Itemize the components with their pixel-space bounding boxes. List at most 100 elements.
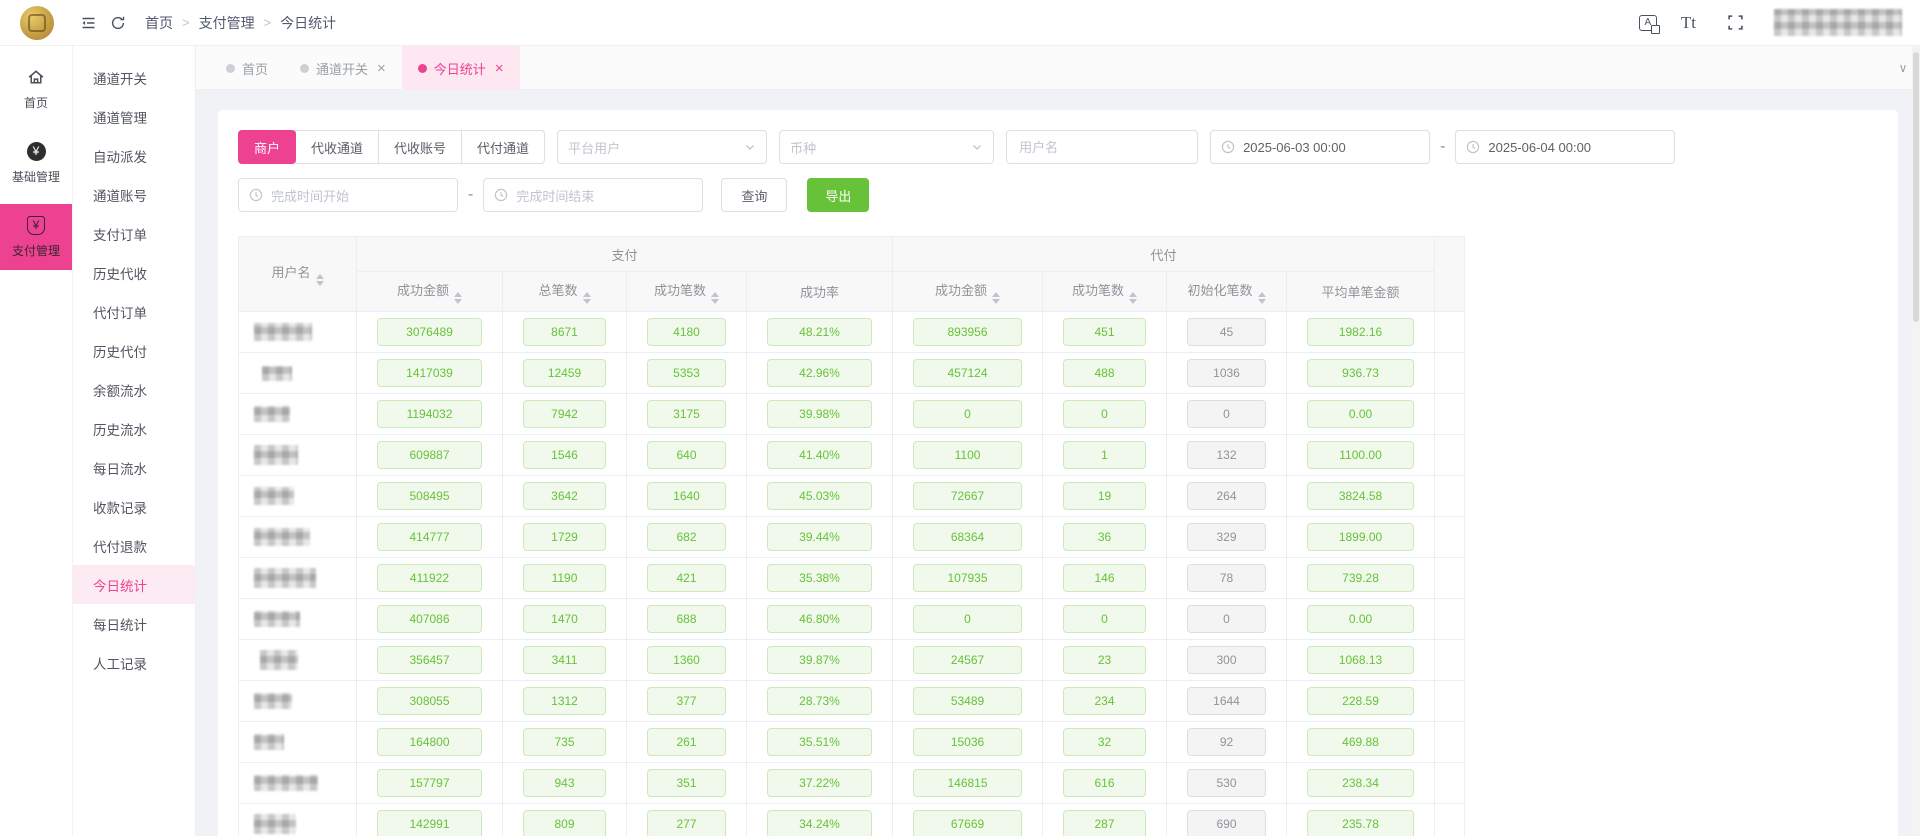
tab[interactable]: 今日统计× (402, 46, 520, 90)
caret-up-icon[interactable] (711, 292, 719, 297)
refresh-icon[interactable] (103, 8, 133, 38)
value-badge: 1036 (1187, 359, 1266, 387)
sidebar-fold-icon[interactable] (73, 8, 103, 38)
value-badge: 0 (913, 605, 1022, 633)
submenu-item[interactable]: 自动派发 (73, 136, 195, 175)
tab-close-icon[interactable]: × (495, 61, 504, 76)
table-row: 411922119042135.38%10793514678739.28 (239, 558, 1465, 599)
value-badge: 48.21% (767, 318, 872, 346)
submenu-item[interactable]: 历史代收 (73, 253, 195, 292)
end-time-picker[interactable]: 2025-06-04 00:00 (1455, 130, 1675, 164)
submenu-item[interactable]: 支付订单 (73, 214, 195, 253)
column-header-label: 总笔数 (538, 283, 577, 298)
breadcrumb-item[interactable]: 支付管理 (199, 13, 255, 33)
filter-type-button[interactable]: 代收账号 (378, 130, 462, 164)
finish-start-picker[interactable]: 完成时间开始 (238, 178, 458, 212)
caret-up-icon[interactable] (1258, 292, 1266, 297)
value-badge: 1 (1063, 441, 1146, 469)
submenu-item[interactable]: 通道管理 (73, 97, 195, 136)
value-badge: 45.03% (767, 482, 872, 510)
column-header[interactable]: 成功笔数 (627, 272, 747, 312)
caret-down-icon[interactable] (1258, 299, 1266, 304)
tab[interactable]: 首页 (210, 46, 284, 90)
value-cell: 0.00 (1287, 599, 1435, 640)
submenu-item[interactable]: 今日统计 (73, 565, 195, 604)
value-cell: 287 (1043, 804, 1167, 836)
submenu-item[interactable]: 历史代付 (73, 331, 195, 370)
value-cell: 1068.13 (1287, 640, 1435, 681)
currency-placeholder: 币种 (790, 138, 816, 157)
sort-caret-icon[interactable] (1129, 292, 1137, 304)
sidebar-item-base-management[interactable]: ¥ 基础管理 (0, 130, 72, 196)
username-input[interactable] (1007, 140, 1197, 155)
filler-header (1435, 237, 1465, 312)
value-badge: 451 (1063, 318, 1146, 346)
filter-type-button[interactable]: 代收通道 (295, 130, 379, 164)
finish-end-picker[interactable]: 完成时间结束 (483, 178, 703, 212)
submenu-item[interactable]: 历史流水 (73, 409, 195, 448)
caret-up-icon[interactable] (992, 292, 1000, 297)
sort-caret-icon[interactable] (1258, 292, 1266, 304)
page-scroll-area: 商户代收通道代收账号代付通道 平台用户 币种 2025-06-03 0 (196, 90, 1920, 836)
value-badge: 411922 (377, 564, 482, 592)
caret-down-icon[interactable] (1129, 299, 1137, 304)
search-button[interactable]: 查询 (721, 178, 787, 212)
submenu-item[interactable]: 每日流水 (73, 448, 195, 487)
value-badge: 0 (1187, 400, 1266, 428)
fullscreen-icon[interactable] (1720, 8, 1750, 38)
column-header[interactable]: 成功笔数 (1043, 272, 1167, 312)
submenu-item[interactable]: 通道开关 (73, 58, 195, 97)
tab[interactable]: 通道开关 × (284, 46, 402, 90)
platform-user-placeholder: 平台用户 (568, 138, 620, 157)
column-header[interactable]: 成功金额 (893, 272, 1043, 312)
export-button[interactable]: 导出 (807, 178, 869, 212)
value-cell: 893956 (893, 312, 1043, 353)
caret-down-icon[interactable] (316, 281, 324, 286)
submenu-item[interactable]: 代付退款 (73, 526, 195, 565)
submenu-item[interactable]: 收款记录 (73, 487, 195, 526)
column-header[interactable]: 初始化笔数 (1167, 272, 1287, 312)
sort-caret-icon[interactable] (583, 292, 591, 304)
caret-down-icon[interactable] (454, 299, 462, 304)
value-badge: 682 (647, 523, 726, 551)
tab-label: 通道开关 (316, 59, 368, 78)
value-badge: 53489 (913, 687, 1022, 715)
sort-caret-icon[interactable] (454, 292, 462, 304)
caret-up-icon[interactable] (583, 292, 591, 297)
sidebar-item-home[interactable]: 首页 (0, 56, 72, 122)
start-time-picker[interactable]: 2025-06-03 00:00 (1210, 130, 1430, 164)
tab-close-icon[interactable]: × (377, 61, 386, 76)
breadcrumb-item[interactable]: 今日统计 (280, 13, 336, 33)
submenu-item[interactable]: 通道账号 (73, 175, 195, 214)
scrollbar-thumb[interactable] (1913, 52, 1919, 322)
caret-down-icon[interactable] (583, 299, 591, 304)
sort-caret-icon[interactable] (316, 274, 324, 286)
column-header-username[interactable]: 用户名 (239, 237, 357, 312)
translate-icon[interactable]: A (1639, 15, 1657, 31)
caret-down-icon[interactable] (711, 299, 719, 304)
breadcrumb-item[interactable]: 首页 (145, 13, 173, 33)
filter-type-button[interactable]: 商户 (238, 130, 296, 164)
caret-up-icon[interactable] (454, 292, 462, 297)
submenu-item[interactable]: 人工记录 (73, 643, 195, 682)
caret-up-icon[interactable] (1129, 292, 1137, 297)
filter-type-button[interactable]: 代付通道 (461, 130, 545, 164)
column-header[interactable]: 成功金额 (357, 272, 503, 312)
platform-user-select[interactable]: 平台用户 (557, 130, 767, 164)
column-header[interactable]: 总笔数 (503, 272, 627, 312)
caret-up-icon[interactable] (316, 274, 324, 279)
submenu-item[interactable]: 代付订单 (73, 292, 195, 331)
currency-select[interactable]: 币种 (779, 130, 994, 164)
submenu-item[interactable]: 余额流水 (73, 370, 195, 409)
topbar-right: A Tt (1639, 8, 1920, 38)
masked-user-name[interactable] (1774, 9, 1902, 36)
value-cell: 739.28 (1287, 558, 1435, 599)
font-size-icon[interactable]: Tt (1681, 13, 1696, 33)
value-cell: 157797 (357, 763, 503, 804)
vertical-scrollbar[interactable] (1912, 46, 1920, 836)
submenu-item[interactable]: 每日统计 (73, 604, 195, 643)
caret-down-icon[interactable] (992, 299, 1000, 304)
sidebar-item-payment-management[interactable]: ¥ 支付管理 (0, 204, 72, 270)
sort-caret-icon[interactable] (992, 292, 1000, 304)
sort-caret-icon[interactable] (711, 292, 719, 304)
